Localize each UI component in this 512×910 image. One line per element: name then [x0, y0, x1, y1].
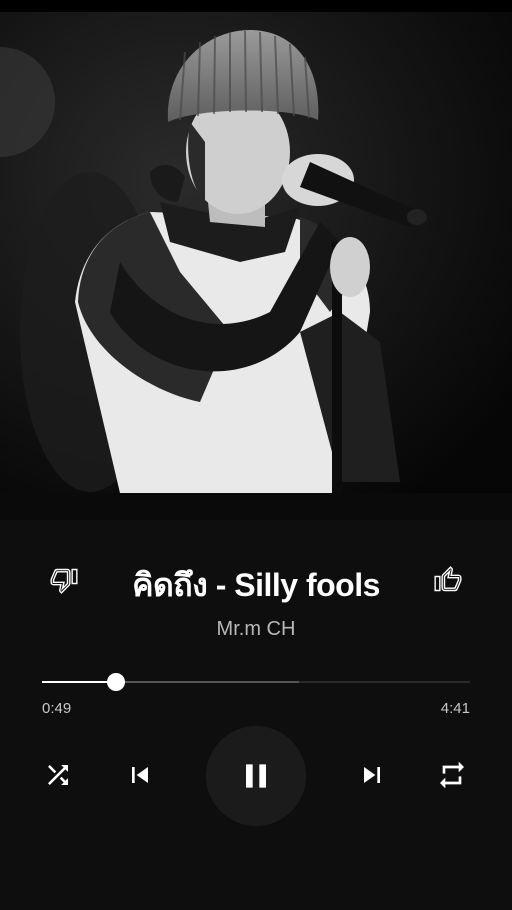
- elapsed-time: 0:49: [42, 700, 72, 717]
- previous-button[interactable]: [120, 755, 160, 795]
- thumbs-up-icon: [434, 566, 462, 592]
- title-row: คิดถึง - Silly fools: [0, 556, 512, 606]
- album-art-image: [0, 12, 512, 493]
- next-button[interactable]: [352, 755, 392, 795]
- shuffle-icon: [48, 765, 68, 785]
- seek-played: [42, 681, 117, 683]
- artist-name: Mr.m CH: [216, 618, 296, 640]
- repeat-icon: [440, 761, 464, 789]
- playback-controls: [0, 725, 512, 826]
- track-title: คิดถึง - Silly fools: [132, 567, 380, 603]
- shuffle-button[interactable]: [38, 755, 78, 795]
- dislike-button[interactable]: [44, 560, 84, 600]
- thumbs-down-icon: [50, 568, 78, 594]
- status-bar: [0, 0, 512, 12]
- play-pause-button[interactable]: [206, 726, 306, 826]
- seek-thumb[interactable]: [107, 673, 126, 691]
- art-divider: [0, 493, 512, 520]
- skip-previous-icon: [132, 767, 148, 783]
- total-duration: 4:41: [440, 700, 470, 717]
- music-player: คิดถึง - Silly fools Mr.m CH 0:49 4:41: [0, 0, 512, 910]
- album-art: [0, 12, 512, 493]
- pause-icon: [246, 764, 266, 788]
- skip-next-icon: [364, 767, 380, 783]
- seek-bar[interactable]: [42, 673, 470, 691]
- like-button[interactable]: [428, 560, 468, 600]
- repeat-button[interactable]: [432, 755, 472, 795]
